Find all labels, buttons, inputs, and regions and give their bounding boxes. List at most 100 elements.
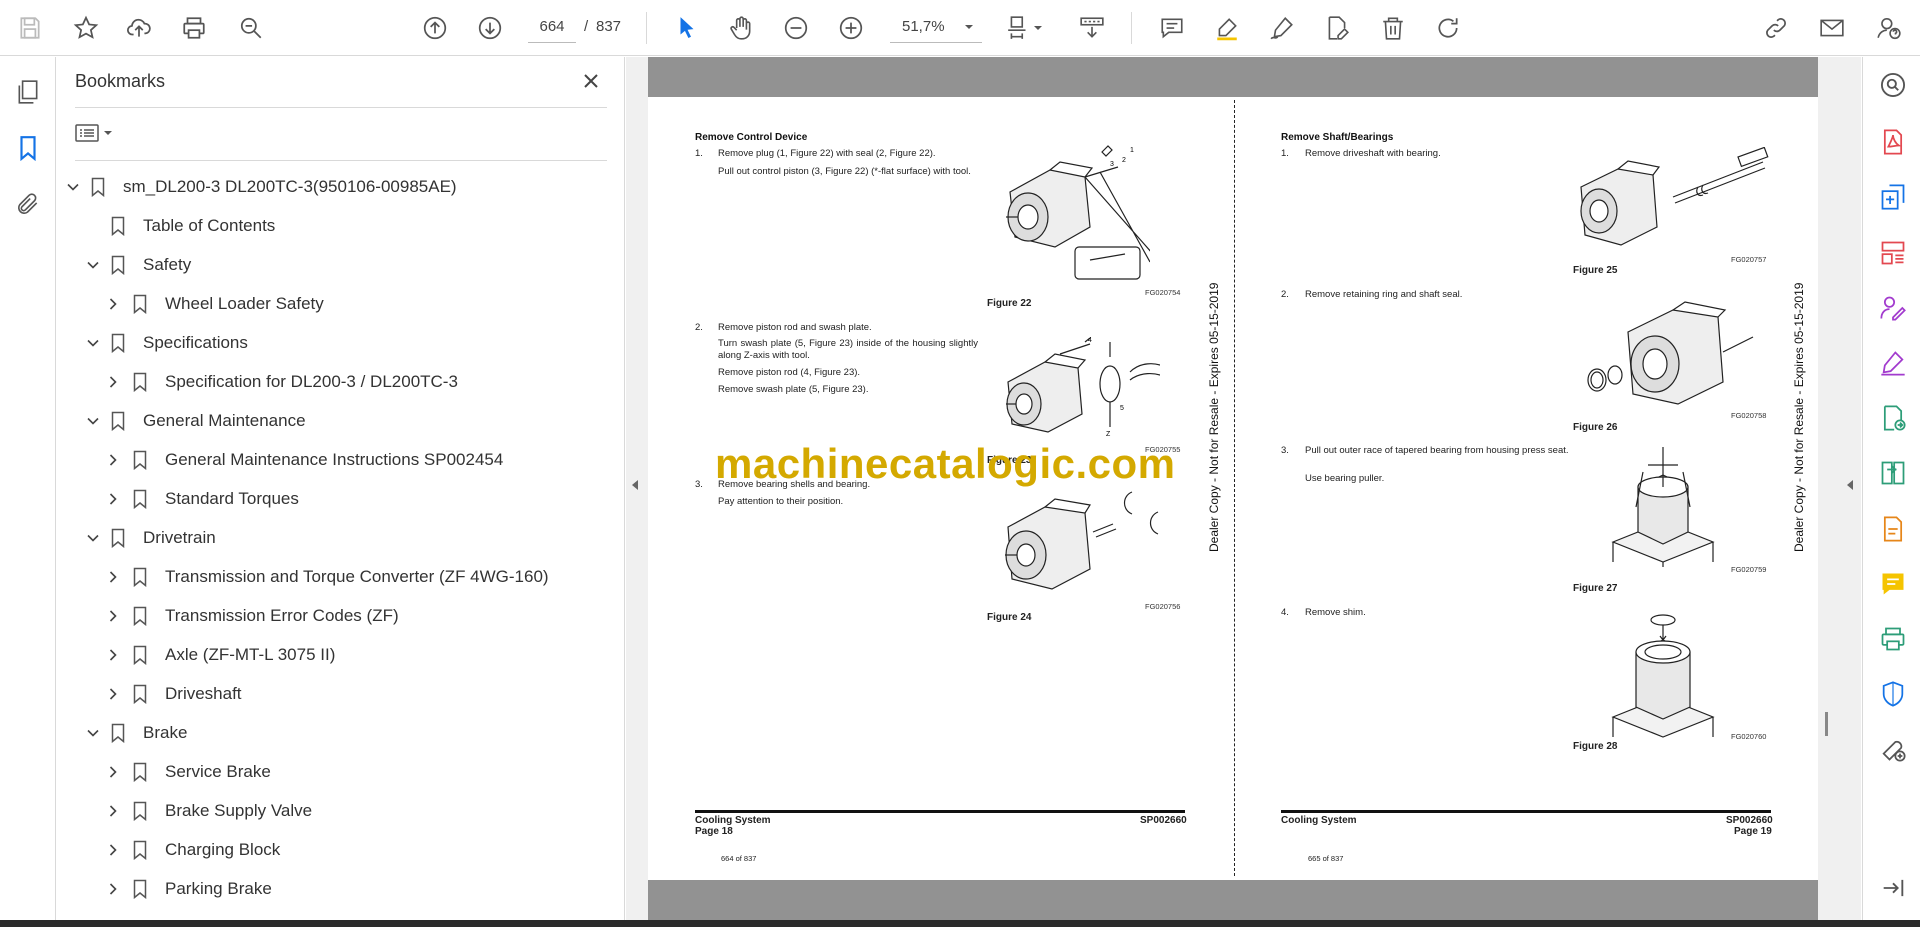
rotate-icon[interactable] xyxy=(1431,11,1465,45)
upload-cloud-icon[interactable] xyxy=(122,11,156,45)
chevron-right-icon[interactable] xyxy=(103,762,123,782)
save-icon[interactable] xyxy=(13,11,47,45)
compare-files-icon[interactable] xyxy=(1877,457,1909,489)
bookmark-item[interactable]: Brake xyxy=(57,715,597,751)
bookmark-item[interactable]: Standard Torques xyxy=(57,481,597,517)
comment-icon[interactable] xyxy=(1155,11,1189,45)
bookmark-item[interactable]: sm_DL200-3 DL200TC-3(950106-00985AE) xyxy=(57,169,597,205)
print-icon[interactable] xyxy=(177,11,211,45)
chevron-down-icon xyxy=(965,24,973,29)
chevron-right-icon[interactable] xyxy=(103,840,123,860)
account-help-icon[interactable] xyxy=(1872,11,1906,45)
next-page-icon[interactable] xyxy=(473,11,507,45)
bookmark-label: General Maintenance xyxy=(143,411,306,430)
chevron-down-icon[interactable] xyxy=(63,177,83,197)
bookmark-item[interactable]: Transmission Error Codes (ZF) xyxy=(57,598,597,634)
comment-tool-icon[interactable] xyxy=(1877,568,1909,600)
expand-panel-icon[interactable] xyxy=(1877,872,1909,904)
bookmark-item[interactable]: Service Brake xyxy=(57,754,597,790)
edit-text-icon[interactable] xyxy=(1320,11,1354,45)
bookmark-icon xyxy=(109,332,127,354)
document-scrollbar[interactable] xyxy=(1825,712,1828,736)
protect-shield-icon[interactable] xyxy=(1877,678,1909,710)
zoom-value: 51,7% xyxy=(902,18,945,35)
more-tools-icon[interactable] xyxy=(1877,733,1909,765)
bookmark-item[interactable]: Brake Supply Valve xyxy=(57,793,597,829)
bookmark-icon xyxy=(89,176,107,198)
divider xyxy=(75,160,607,161)
figure-code: FG020757 xyxy=(1731,255,1767,264)
page-total: 837 xyxy=(596,18,622,35)
search-zoom-icon[interactable] xyxy=(234,11,268,45)
chevron-right-icon[interactable] xyxy=(103,450,123,470)
page-thumbnails-icon[interactable] xyxy=(11,75,45,109)
export-document-icon[interactable] xyxy=(1877,402,1909,434)
edit-pdf-icon[interactable] xyxy=(1877,513,1909,545)
chevron-right-icon[interactable] xyxy=(103,294,123,314)
chevron-right-icon[interactable] xyxy=(103,372,123,392)
bookmark-item[interactable]: Axle (ZF-MT-L 3075 II) xyxy=(57,637,597,673)
collapse-left-pane-icon[interactable] xyxy=(630,478,640,496)
figure-code: FG020758 xyxy=(1731,411,1767,420)
bookmark-item[interactable]: Safety xyxy=(57,247,597,283)
page-separator: / xyxy=(584,18,589,35)
step-text: Use bearing puller. xyxy=(1305,473,1385,484)
bookmark-item[interactable]: Charging Block xyxy=(57,832,597,868)
zoom-out-icon[interactable] xyxy=(779,11,813,45)
chevron-right-icon[interactable] xyxy=(103,489,123,509)
export-pdf-icon[interactable] xyxy=(1877,126,1909,158)
star-icon[interactable] xyxy=(69,11,103,45)
draw-icon[interactable] xyxy=(1265,11,1299,45)
bookmarks-panel-icon[interactable] xyxy=(11,131,45,165)
chevron-down-icon[interactable] xyxy=(83,333,103,353)
fill-and-sign-icon[interactable] xyxy=(1877,347,1909,379)
chevron-right-icon[interactable] xyxy=(103,606,123,626)
bookmark-label: Wheel Loader Safety xyxy=(165,294,324,313)
create-pdf-icon[interactable] xyxy=(1877,181,1909,213)
step-number: 1. xyxy=(1281,148,1289,159)
hand-tool-icon[interactable] xyxy=(724,11,758,45)
zoom-in-icon[interactable] xyxy=(834,11,868,45)
attachments-icon[interactable] xyxy=(11,187,45,221)
organize-pages-icon[interactable] xyxy=(1877,237,1909,269)
close-icon[interactable] xyxy=(577,67,605,95)
chevron-right-icon[interactable] xyxy=(103,567,123,587)
chevron-down-icon[interactable] xyxy=(83,528,103,548)
zoom-search-icon[interactable] xyxy=(1877,69,1909,101)
zoom-select[interactable]: 51,7% xyxy=(890,11,982,43)
chevron-down-icon[interactable] xyxy=(83,723,103,743)
share-link-icon[interactable] xyxy=(1759,11,1793,45)
bookmark-item[interactable]: General Maintenance xyxy=(57,403,597,439)
page-fit-chevron-icon[interactable] xyxy=(1029,11,1047,45)
collapse-right-pane-icon[interactable] xyxy=(1845,478,1855,496)
chevron-down-icon[interactable] xyxy=(83,255,103,275)
bookmark-item[interactable]: Specifications xyxy=(57,325,597,361)
bookmark-label: Drivetrain xyxy=(143,528,216,547)
request-signatures-icon[interactable] xyxy=(1877,292,1909,324)
step-text: Pay attention to their position. xyxy=(718,496,844,507)
bookmark-icon xyxy=(109,527,127,549)
highlight-pen-icon[interactable] xyxy=(1210,11,1244,45)
bookmark-item[interactable]: Transmission and Torque Converter (ZF 4W… xyxy=(57,559,597,595)
email-icon[interactable] xyxy=(1815,11,1849,45)
chevron-right-icon[interactable] xyxy=(103,801,123,821)
bookmark-item[interactable]: Specification for DL200-3 / DL200TC-3 xyxy=(57,364,597,400)
chevron-right-icon[interactable] xyxy=(103,684,123,704)
delete-trash-icon[interactable] xyxy=(1376,11,1410,45)
chevron-down-icon[interactable] xyxy=(83,411,103,431)
scroll-mode-icon[interactable] xyxy=(1075,11,1109,45)
bookmark-item[interactable]: Driveshaft xyxy=(57,676,597,712)
bookmark-icon xyxy=(131,449,149,471)
previous-page-icon[interactable] xyxy=(418,11,452,45)
bookmark-item[interactable]: General Maintenance Instructions SP00245… xyxy=(57,442,597,478)
chevron-right-icon[interactable] xyxy=(103,879,123,899)
bookmark-item[interactable]: Table of Contents xyxy=(57,208,597,244)
chevron-right-icon[interactable] xyxy=(103,645,123,665)
bookmark-options-button[interactable] xyxy=(75,117,125,149)
bookmark-item[interactable]: Parking Brake xyxy=(57,871,597,907)
bookmark-item[interactable]: Wheel Loader Safety xyxy=(57,286,597,322)
page-number-input[interactable] xyxy=(528,11,576,43)
select-pointer-icon[interactable] xyxy=(670,11,704,45)
print-production-icon[interactable] xyxy=(1877,623,1909,655)
bookmark-item[interactable]: Drivetrain xyxy=(57,520,597,556)
